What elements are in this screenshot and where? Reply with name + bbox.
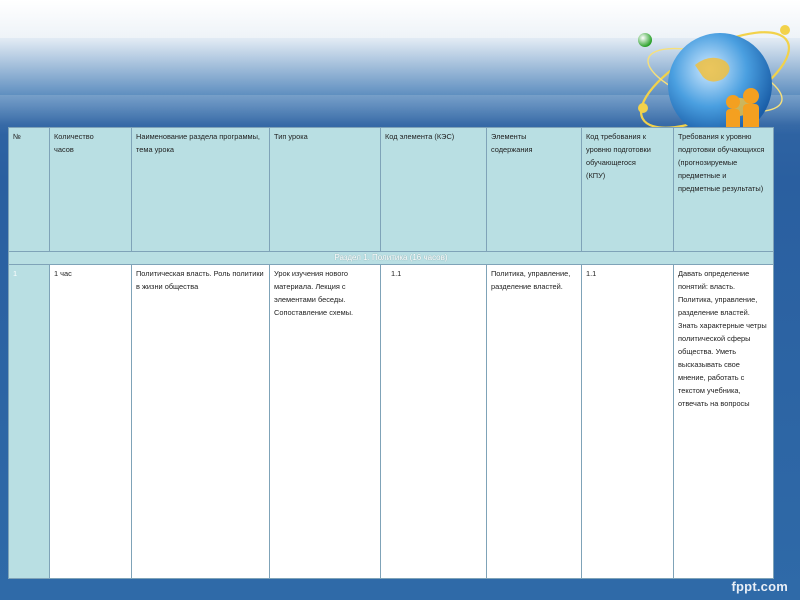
brand-watermark: fppt.com (731, 579, 788, 594)
row-number: 1 (8, 264, 50, 579)
header-kes: Код элемента (КЭС) (380, 127, 487, 252)
header-requirements: Требования к уровню подготовки обучающих… (673, 127, 774, 252)
header-topic: Наименование раздела программы, тема уро… (131, 127, 270, 252)
header-lesson-type: Тип урока (269, 127, 381, 252)
table-header-row: № Количество часов Наименование раздела … (8, 127, 774, 252)
table-row: 1 1 час Политическая власть. Роль полити… (8, 264, 774, 579)
globe-orbit-icon (638, 25, 791, 137)
row-kpu: 1.1 (581, 264, 674, 579)
curriculum-table: № Количество часов Наименование раздела … (8, 127, 774, 579)
header-number: № (8, 127, 50, 252)
row-content: Политика, управление, разделение властей… (486, 264, 582, 579)
row-lesson-type: Урок изучения нового материала. Лекция с… (269, 264, 381, 579)
row-topic: Политическая власть. Роль политики в жиз… (131, 264, 270, 579)
row-requirements: Давать определение понятий: власть. Поли… (673, 264, 774, 579)
row-kes: 1.1 (380, 264, 487, 579)
header-content: Элементы содержания (486, 127, 582, 252)
header-kpu: Код требования к уровню подготовки обуча… (581, 127, 674, 252)
section-row: Раздел 1. Политика (16 часов) (8, 251, 774, 265)
header-hours: Количество часов (49, 127, 132, 252)
section-title: Раздел 1. Политика (16 часов) (8, 251, 774, 265)
row-hours: 1 час (49, 264, 132, 579)
